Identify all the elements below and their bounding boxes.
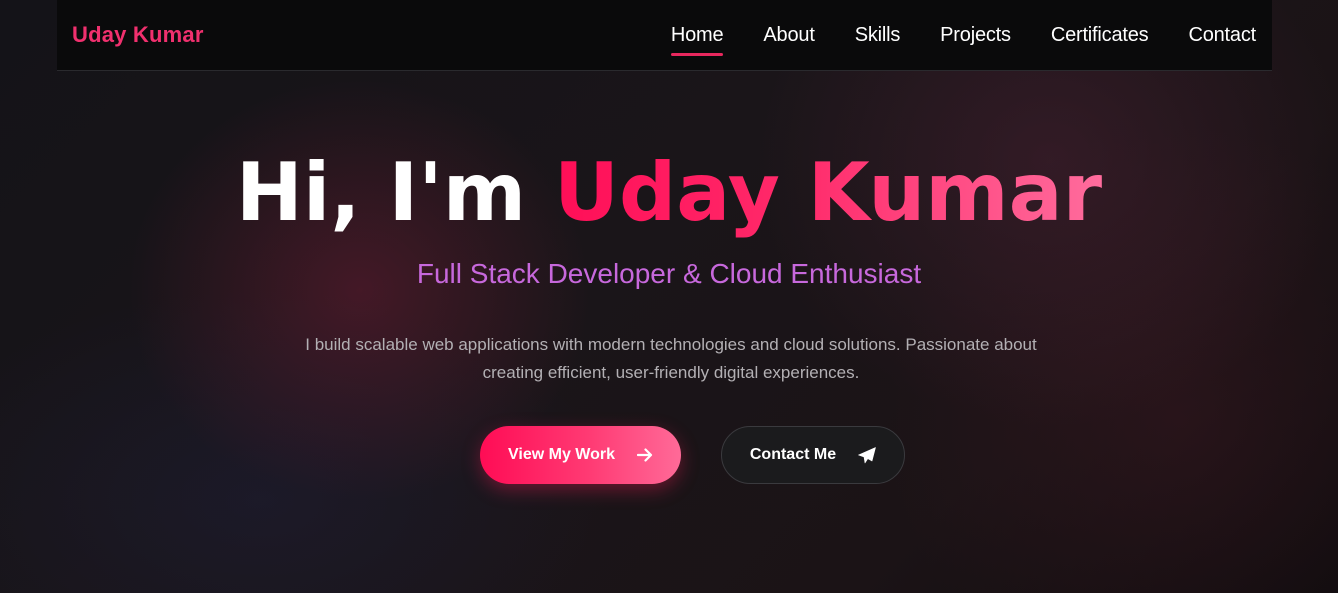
hero-title: Hi, I'm Uday Kumar (0, 148, 1338, 238)
arrow-right-icon (637, 448, 653, 462)
view-my-work-button[interactable]: View My Work (480, 426, 681, 484)
paper-plane-icon (858, 446, 876, 464)
hero-description: I build scalable web applications with m… (305, 335, 1037, 382)
nav-link-certificates[interactable]: Certificates (1051, 24, 1149, 47)
nav-link-contact[interactable]: Contact (1188, 24, 1256, 47)
nav-links: Home About Skills Projects Certificates … (670, 24, 1256, 56)
logo[interactable]: Uday Kumar (72, 22, 204, 48)
nav-link-home[interactable]: Home (670, 24, 724, 56)
navbar: Uday Kumar Home About Skills Projects Ce… (57, 0, 1272, 71)
contact-me-button[interactable]: Contact Me (721, 426, 905, 484)
nav-link-skills[interactable]: Skills (855, 24, 901, 47)
hero-name: Uday Kumar (554, 146, 1103, 239)
nav-link-projects[interactable]: Projects (940, 24, 1011, 47)
contact-me-label: Contact Me (749, 446, 837, 463)
hero-subtitle: Full Stack Developer & Cloud Enthusiast (416, 258, 922, 289)
hero-greeting: Hi, I'm (235, 146, 554, 239)
nav-link-about[interactable]: About (763, 24, 814, 47)
page-background (0, 0, 1338, 593)
view-my-work-label: View My Work (508, 446, 615, 463)
